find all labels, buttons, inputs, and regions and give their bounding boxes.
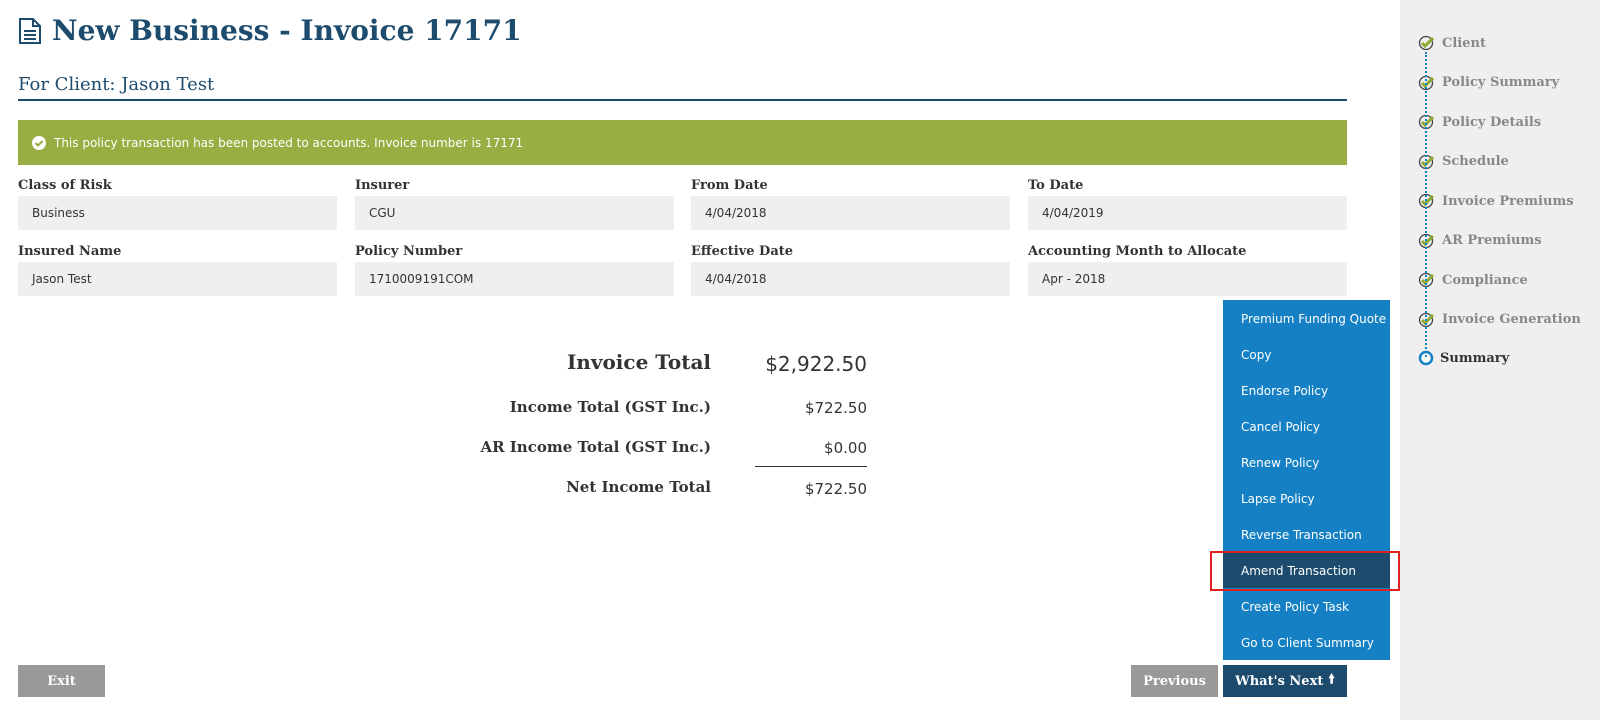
- field-label: From Date: [691, 178, 768, 193]
- whats-next-menu: Premium Funding Quote Copy Endorse Policy C…: [1223, 300, 1390, 660]
- check-icon: [1418, 312, 1435, 327]
- ar-income-total-value: $0.00: [824, 439, 867, 457]
- field-value: 4/04/2018: [691, 262, 1010, 296]
- menu-item[interactable]: Premium Funding Quote: [1223, 300, 1390, 336]
- menu-item[interactable]: Go to Client Summary: [1223, 624, 1390, 660]
- exit-button[interactable]: Exit: [18, 665, 105, 697]
- check-icon: [1418, 272, 1435, 288]
- step-label: Summary: [1440, 350, 1510, 366]
- field-label: Effective Date: [691, 244, 794, 259]
- progress-step[interactable]: Client: [1418, 34, 1486, 52]
- progress-step[interactable]: AR Premiums: [1418, 232, 1542, 250]
- menu-item[interactable]: Cancel Policy: [1223, 408, 1390, 444]
- check-icon: [1418, 233, 1435, 248]
- progress-step[interactable]: Invoice Generation: [1418, 311, 1581, 329]
- field-value: 4/04/2019: [1028, 196, 1347, 230]
- progress-step[interactable]: Policy Summary: [1418, 74, 1559, 92]
- field-label: Policy Number: [355, 244, 463, 259]
- check-icon: [1418, 35, 1435, 51]
- invoice-total-value: $2,922.50: [765, 352, 867, 376]
- step-label: AR Premiums: [1442, 233, 1542, 248]
- field-value: Business: [18, 196, 337, 230]
- progress-step[interactable]: Summary: [1418, 350, 1509, 366]
- net-income-total-value: $722.50: [804, 480, 867, 498]
- client-heading: For Client: Jason Test: [18, 74, 215, 95]
- whats-next-button[interactable]: What's Next 🠙: [1223, 665, 1347, 697]
- field-value: CGU: [355, 196, 674, 230]
- progress-sidebar: Client Policy Summary Policy Details Schedu…: [1400, 0, 1600, 720]
- step-label: Invoice Premiums: [1442, 193, 1574, 209]
- ar-income-total-label: AR Income Total (GST Inc.): [480, 438, 711, 456]
- progress-step[interactable]: Policy Details: [1418, 113, 1541, 131]
- field-label: Class of Risk: [18, 178, 112, 193]
- progress-step[interactable]: Schedule: [1418, 153, 1509, 171]
- menu-item[interactable]: Reverse Transaction: [1223, 516, 1390, 552]
- alert-text: This policy transaction has been posted …: [54, 135, 524, 150]
- field-label: To Date: [1028, 178, 1084, 193]
- document-icon: [19, 17, 41, 44]
- field-label: Insurer: [355, 178, 410, 193]
- check-icon: [1418, 114, 1435, 130]
- progress-line: [1425, 52, 1427, 357]
- income-total-value: $722.50: [804, 399, 867, 417]
- check-icon: [1418, 193, 1435, 209]
- menu-item[interactable]: Create Policy Task: [1223, 588, 1390, 624]
- progress-step[interactable]: Compliance: [1418, 271, 1528, 289]
- title-text: New Business - Invoice 17171: [52, 14, 522, 47]
- step-label: Client: [1442, 35, 1486, 51]
- divider: [18, 99, 1347, 101]
- field-label: Accounting Month to Allocate: [1028, 244, 1247, 259]
- success-alert: This policy transaction has been posted …: [18, 120, 1347, 165]
- menu-item[interactable]: Renew Policy: [1223, 444, 1390, 480]
- invoice-total-label: Invoice Total: [566, 350, 711, 374]
- menu-item[interactable]: Copy: [1223, 336, 1390, 372]
- field-value: 4/04/2018: [691, 196, 1010, 230]
- field-value: 1710009191COM: [355, 262, 674, 296]
- check-circle-icon: [32, 135, 46, 150]
- income-total-label: Income Total (GST Inc.): [509, 398, 711, 416]
- check-icon: [1418, 75, 1435, 90]
- page-title: New Business - Invoice 17171: [18, 14, 522, 47]
- previous-button[interactable]: Previous: [1131, 665, 1218, 697]
- net-income-total-label: Net Income Total: [566, 478, 711, 496]
- field-value: Jason Test: [18, 262, 337, 296]
- total-rule: [755, 466, 867, 467]
- progress-step[interactable]: Invoice Premiums: [1418, 192, 1574, 210]
- menu-item[interactable]: Lapse Policy: [1223, 480, 1390, 516]
- field-label: Insured Name: [18, 244, 122, 259]
- menu-item[interactable]: Endorse Policy: [1223, 372, 1390, 408]
- whats-next-label: What's Next: [1235, 673, 1324, 689]
- step-label: Invoice Generation: [1442, 312, 1581, 327]
- step-label: Policy Summary: [1442, 75, 1560, 90]
- arrow-up-icon: 🠙: [1328, 672, 1335, 687]
- field-value: Apr - 2018: [1028, 262, 1347, 296]
- highlight-box: [1210, 551, 1400, 591]
- step-label: Policy Details: [1442, 114, 1542, 130]
- step-label: Compliance: [1442, 272, 1528, 288]
- step-label: Schedule: [1442, 154, 1509, 169]
- check-icon: [1418, 154, 1435, 169]
